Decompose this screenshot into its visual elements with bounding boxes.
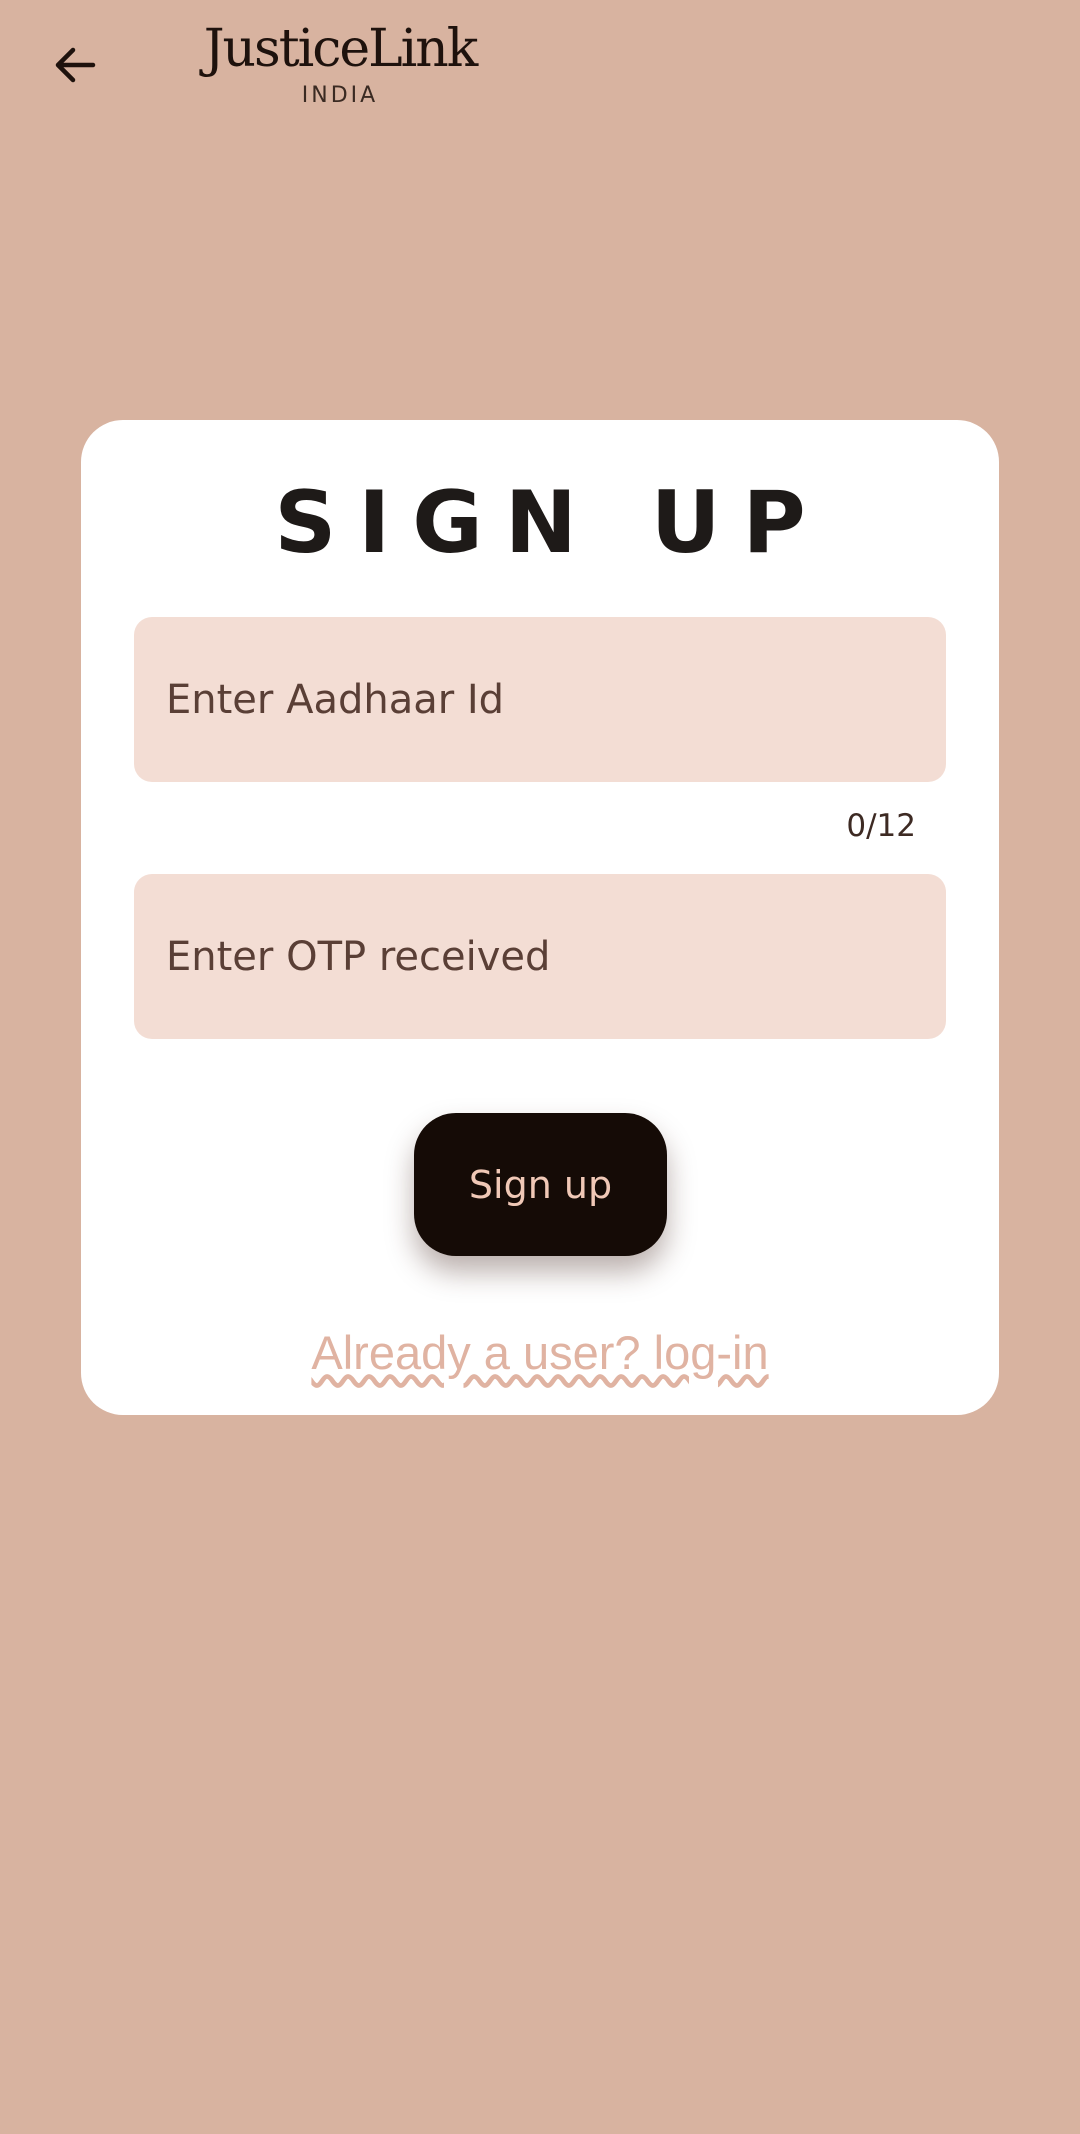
otp-field[interactable] — [134, 874, 946, 1039]
logo-subtitle: INDIA — [301, 83, 379, 108]
arrow-left-icon — [51, 41, 99, 93]
otp-input[interactable] — [166, 933, 946, 980]
back-button[interactable] — [40, 32, 110, 102]
page-title: SIGN UP — [274, 473, 828, 573]
logo-title: JusticeLink — [203, 19, 479, 79]
aadhaar-character-counter: 0/12 — [846, 808, 916, 844]
app-logo: JusticeLink INDIA — [200, 14, 480, 110]
aadhaar-field[interactable] — [134, 617, 946, 782]
aadhaar-input[interactable] — [166, 676, 946, 723]
signup-button[interactable]: Sign up — [414, 1113, 667, 1256]
signup-button-label: Sign up — [468, 1162, 613, 1207]
login-link[interactable]: Already a user? log-in — [0, 1323, 1080, 1383]
